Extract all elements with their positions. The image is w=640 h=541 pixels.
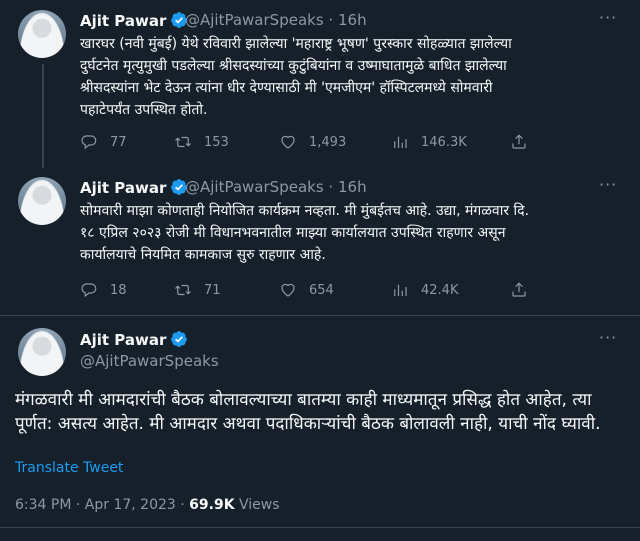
retweet-icon	[174, 281, 192, 299]
reply-icon	[80, 133, 98, 151]
retweet-icon	[174, 133, 192, 151]
display-name[interactable]: Ajit Pawar	[80, 178, 188, 197]
display-name-text: Ajit Pawar	[80, 331, 167, 349]
retweet-button[interactable]: 153	[174, 133, 229, 151]
display-name[interactable]: Ajit Pawar	[80, 330, 188, 349]
retweet-count: 71	[204, 282, 221, 298]
views-button[interactable]: 146.3K	[391, 133, 467, 151]
views-icon	[391, 281, 409, 299]
translate-tweet-link[interactable]: Translate Tweet	[15, 460, 123, 476]
handle[interactable]: @AjitPawarSpeaks	[185, 178, 324, 196]
tweet-date[interactable]: Apr 17, 2023	[85, 497, 176, 513]
avatar[interactable]	[18, 10, 66, 58]
avatar[interactable]	[18, 177, 66, 225]
share-icon	[510, 281, 528, 299]
action-bar: 77 153 1,493 146.3K	[80, 133, 628, 153]
separator: ·	[328, 11, 334, 29]
divider	[0, 315, 640, 316]
display-name[interactable]: Ajit Pawar	[80, 11, 188, 30]
more-icon[interactable]: ···	[599, 328, 617, 347]
share-button[interactable]	[510, 133, 540, 151]
separator: ·	[328, 178, 334, 196]
handle-time: @AjitPawarSpeaks · 16h	[185, 11, 367, 29]
handle-time: @AjitPawarSpeaks · 16h	[185, 178, 367, 196]
like-count: 1,493	[309, 134, 347, 150]
display-name-text: Ajit Pawar	[80, 179, 167, 197]
like-count: 654	[309, 282, 334, 298]
views-count: 146.3K	[421, 134, 467, 150]
reply-count: 18	[110, 282, 127, 298]
display-name-text: Ajit Pawar	[80, 12, 167, 30]
reply-button[interactable]: 18	[80, 281, 127, 299]
like-icon	[279, 281, 297, 299]
more-icon[interactable]: ···	[599, 8, 617, 27]
tweet-time[interactable]: 6:34 PM	[15, 497, 71, 513]
reply-count: 77	[110, 134, 127, 150]
divider	[0, 527, 640, 528]
timestamp[interactable]: 16h	[338, 11, 367, 29]
thread-connector	[42, 64, 44, 168]
retweet-count: 153	[204, 134, 229, 150]
reply-button[interactable]: 77	[80, 133, 127, 151]
tweet-text: खारघर (नवी मुंबई) येथे रविवारी झालेल्या …	[80, 36, 512, 118]
share-icon	[510, 133, 528, 151]
more-icon[interactable]: ···	[599, 175, 617, 194]
views-label: Views	[239, 497, 280, 513]
retweet-button[interactable]: 71	[174, 281, 221, 299]
tweet-text: मंगळवारी मी आमदारांची बैठक बोलावल्याच्या…	[15, 390, 601, 434]
tweet-text: सोमवारी माझा कोणताही नियोजित कार्यक्रम न…	[80, 203, 530, 263]
like-icon	[279, 133, 297, 151]
separator: ·	[180, 497, 185, 513]
share-button[interactable]	[510, 281, 540, 299]
tweet-meta: 6:34 PM · Apr 17, 2023 · 69.9K Views	[15, 497, 280, 513]
like-button[interactable]: 654	[279, 281, 334, 299]
handle[interactable]: @AjitPawarSpeaks	[185, 11, 324, 29]
views-icon	[391, 133, 409, 151]
views-count: 42.4K	[421, 282, 459, 298]
handle[interactable]: @AjitPawarSpeaks	[80, 352, 219, 370]
reply-icon	[80, 281, 98, 299]
views-button[interactable]: 42.4K	[391, 281, 458, 299]
verified-badge-icon	[170, 330, 188, 348]
avatar[interactable]	[18, 328, 66, 376]
views-count: 69.9K	[189, 497, 235, 513]
action-bar: 18 71 654 42.4K	[80, 281, 628, 301]
like-button[interactable]: 1,493	[279, 133, 346, 151]
separator: ·	[75, 497, 81, 513]
timestamp[interactable]: 16h	[338, 178, 367, 196]
